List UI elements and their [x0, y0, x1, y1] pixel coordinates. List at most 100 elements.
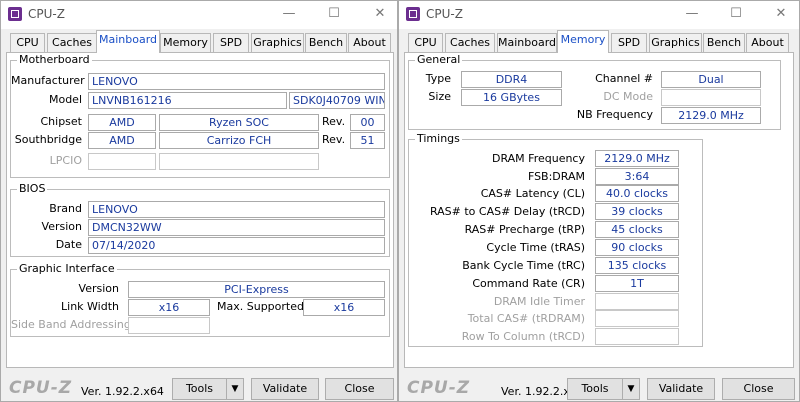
- channel-field: Dual: [661, 71, 761, 88]
- tab-memory[interactable]: Memory: [160, 33, 211, 52]
- maximize-icon[interactable]: ☐: [728, 6, 744, 22]
- graphic-interface-group: Graphic Interface Version PCI-Express Li…: [10, 262, 390, 337]
- southbridge-vendor-field: AMD: [88, 132, 156, 149]
- model-field: LNVNB161216: [88, 92, 287, 109]
- chipset-label: Chipset: [40, 115, 82, 128]
- nb-frequency-label: NB Frequency: [576, 108, 653, 121]
- tab-mainboard[interactable]: Mainboard: [96, 30, 160, 53]
- tab-spd[interactable]: SPD: [611, 33, 647, 52]
- command-rate-field: 1T: [595, 275, 679, 292]
- chipset-rev-field: 00: [350, 114, 385, 131]
- close-icon[interactable]: ✕: [372, 6, 388, 22]
- mem-type-label: Type: [425, 72, 451, 85]
- mainboard-panel: Motherboard Manufacturer LENOVO Model LN…: [6, 52, 394, 368]
- dram-idle-timer-field: [595, 293, 679, 310]
- command-rate-label: Command Rate (CR): [472, 277, 585, 290]
- window-title: CPU-Z: [426, 7, 463, 21]
- title-bar[interactable]: CPU-Z — ☐ ✕: [1, 1, 397, 29]
- southbridge-rev-label: Rev.: [322, 133, 346, 146]
- title-bar[interactable]: CPU-Z — ☐ ✕: [399, 1, 799, 29]
- footer: CPU-Z Ver. 1.92.2.x64 Tools ▼ Validate C…: [1, 373, 397, 401]
- cpuz-logo: CPU-Z: [407, 378, 471, 398]
- tab-spd[interactable]: SPD: [213, 33, 249, 52]
- cas-latency-label: CAS# Latency (CL): [480, 187, 585, 200]
- southbridge-label: Southbridge: [14, 133, 82, 146]
- tab-graphics[interactable]: Graphics: [251, 33, 304, 52]
- dram-idle-timer-label: DRAM Idle Timer: [493, 295, 585, 308]
- tab-bench[interactable]: Bench: [703, 33, 745, 52]
- tools-dropdown-icon[interactable]: ▼: [622, 378, 640, 400]
- trp-field: 45 clocks: [595, 221, 679, 238]
- cpuz-window-mainboard: CPU-Z — ☐ ✕ CPU Caches Mainboard Memory …: [0, 0, 398, 402]
- close-button[interactable]: Close: [722, 378, 795, 400]
- graphic-interface-legend: Graphic Interface: [17, 262, 117, 275]
- cas-latency-field: 40.0 clocks: [595, 185, 679, 202]
- minimize-icon[interactable]: —: [684, 6, 700, 22]
- gi-version-field: PCI-Express: [128, 281, 385, 298]
- validate-button[interactable]: Validate: [647, 378, 715, 400]
- trc-field: 135 clocks: [595, 257, 679, 274]
- timings-group: Timings DRAM Frequency 2129.0 MHz FSB:DR…: [408, 132, 703, 347]
- tab-about[interactable]: About: [746, 33, 789, 52]
- maximize-icon[interactable]: ☐: [326, 6, 342, 22]
- gi-max-supported-label: Max. Supported: [217, 300, 304, 313]
- tab-caches[interactable]: Caches: [445, 33, 495, 52]
- tras-label: Cycle Time (tRAS): [486, 241, 585, 254]
- general-legend: General: [415, 53, 463, 66]
- bios-legend: BIOS: [17, 182, 48, 195]
- tools-button[interactable]: Tools: [172, 378, 227, 400]
- dc-mode-field: [661, 89, 761, 106]
- chipset-rev-label: Rev.: [322, 115, 346, 128]
- close-button[interactable]: Close: [325, 378, 394, 400]
- cpuz-app-icon: [8, 7, 22, 21]
- tras-field: 90 clocks: [595, 239, 679, 256]
- motherboard-legend: Motherboard: [17, 53, 92, 66]
- row-to-column-label: Row To Column (tRCD): [461, 330, 585, 343]
- tools-button[interactable]: Tools: [567, 378, 623, 400]
- bios-date-field: 07/14/2020: [88, 237, 385, 254]
- tab-cpu[interactable]: CPU: [10, 33, 45, 52]
- mem-size-field: 16 GBytes: [461, 89, 562, 106]
- tools-dropdown-icon[interactable]: ▼: [226, 378, 244, 400]
- lpcio-name-field: [159, 153, 319, 170]
- trc-label: Bank Cycle Time (tRC): [462, 259, 585, 272]
- motherboard-group: Motherboard Manufacturer LENOVO Model LN…: [10, 53, 390, 178]
- cpuz-logo: CPU-Z: [9, 378, 73, 398]
- lpcio-vendor-field: [88, 153, 156, 170]
- validate-button[interactable]: Validate: [251, 378, 319, 400]
- trcd-label: RAS# to CAS# Delay (tRCD): [429, 205, 585, 218]
- tab-about[interactable]: About: [348, 33, 391, 52]
- dc-mode-label: DC Mode: [603, 90, 653, 103]
- tab-bench[interactable]: Bench: [305, 33, 347, 52]
- gi-link-width-label: Link Width: [61, 300, 119, 313]
- tab-caches[interactable]: Caches: [47, 33, 97, 52]
- southbridge-rev-field: 51: [350, 132, 385, 149]
- trcd-field: 39 clocks: [595, 203, 679, 220]
- minimize-icon[interactable]: —: [281, 6, 297, 22]
- tab-graphics[interactable]: Graphics: [649, 33, 702, 52]
- channel-label: Channel #: [595, 72, 653, 85]
- bios-group: BIOS Brand LENOVO Version DMCN32WW Date …: [10, 182, 390, 257]
- gi-sideband-field: [128, 317, 210, 334]
- tab-memory[interactable]: Memory: [557, 30, 609, 53]
- gi-max-supported-field: x16: [303, 299, 385, 316]
- row-to-column-field: [595, 328, 679, 345]
- lpcio-label: LPCIO: [49, 154, 82, 167]
- footer: CPU-Z Ver. 1.92.2.x64 Tools ▼ Validate C…: [399, 373, 799, 401]
- model-label: Model: [48, 93, 82, 106]
- tab-mainboard[interactable]: Mainboard: [497, 33, 557, 52]
- close-icon[interactable]: ✕: [773, 6, 789, 22]
- timings-legend: Timings: [415, 132, 462, 145]
- total-cas-field: [595, 310, 679, 327]
- cpuz-window-memory: CPU-Z — ☐ ✕ CPU Caches Mainboard Memory …: [398, 0, 800, 402]
- dram-frequency-label: DRAM Frequency: [491, 152, 585, 165]
- tab-cpu[interactable]: CPU: [408, 33, 443, 52]
- nb-frequency-field: 2129.0 MHz: [661, 107, 761, 124]
- window-title: CPU-Z: [28, 7, 65, 21]
- bios-version-field: DMCN32WW: [88, 219, 385, 236]
- manufacturer-label: Manufacturer: [11, 74, 85, 87]
- bios-date-label: Date: [55, 238, 82, 251]
- manufacturer-field: LENOVO: [88, 73, 385, 90]
- fsb-dram-field: 3:64: [595, 168, 679, 185]
- gi-version-label: Version: [78, 282, 119, 295]
